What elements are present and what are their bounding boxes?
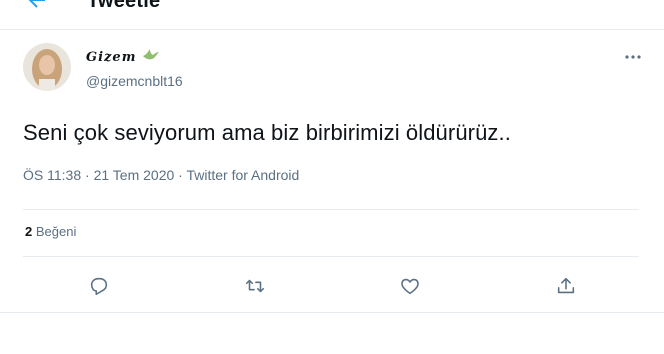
heart-icon[interactable] (399, 275, 421, 297)
user-handle[interactable]: @gizemcnblt16 (86, 73, 183, 89)
share-icon[interactable] (555, 275, 577, 297)
likes-stat[interactable]: 2 Beğeni (25, 224, 76, 239)
tweet-source[interactable]: Twitter for Android (186, 167, 299, 183)
retweet-icon[interactable] (244, 275, 266, 297)
page-title: Tweetle (87, 0, 161, 12)
likes-label: Beğeni (35, 224, 77, 239)
divider (0, 312, 664, 313)
tweet-date[interactable]: 21 Tem 2020 (94, 167, 175, 183)
action-bar (0, 243, 664, 296)
tweet-time[interactable]: ÖS 11:38 (23, 167, 81, 183)
top-bar: Tweetle (0, 0, 664, 30)
display-name[interactable]: Gizem (86, 50, 136, 65)
divider (23, 209, 639, 210)
reply-icon[interactable] (88, 275, 110, 297)
more-horizontal-icon[interactable] (622, 49, 644, 65)
dove-icon (142, 47, 160, 63)
back-arrow-icon[interactable] (25, 0, 49, 12)
avatar[interactable] (23, 43, 71, 91)
tweet-text: Seni çok seviyorum ama biz birbirimizi ö… (23, 120, 511, 145)
tweet-meta: ÖS 11:38 · 21 Tem 2020 · Twitter for And… (23, 167, 299, 183)
meta-separator: · (85, 167, 94, 183)
likes-count: 2 (25, 224, 33, 239)
